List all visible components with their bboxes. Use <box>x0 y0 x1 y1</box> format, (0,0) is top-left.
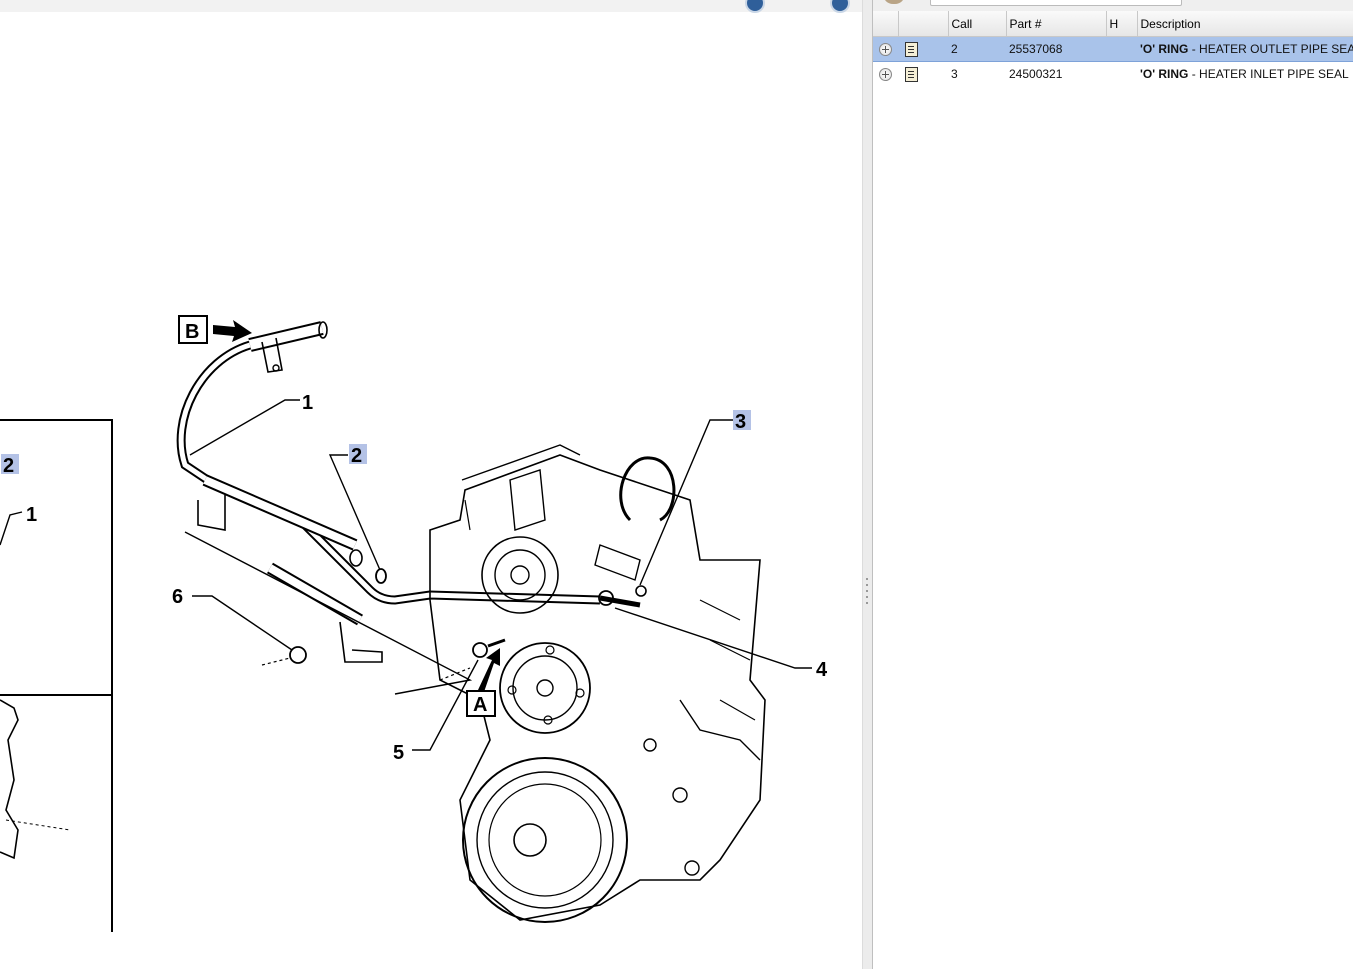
row-expand-cell[interactable] <box>873 62 898 87</box>
col-call-header[interactable]: Call <box>948 11 1007 37</box>
row-call: 2 <box>948 36 1006 62</box>
splitter-grip <box>866 578 868 580</box>
expand-row-icon[interactable] <box>879 43 892 57</box>
callout-2[interactable]: 2 <box>351 445 362 467</box>
expand-row-icon[interactable] <box>879 68 892 82</box>
row-description-name: 'O' RING <box>1140 67 1189 81</box>
table-row[interactable]: 2 25537068 'O' RING - HEATER OUTLET PIPE… <box>873 36 1353 62</box>
table-header-row: Call Part # H Description <box>873 11 1353 37</box>
callout-3[interactable]: 3 <box>735 411 746 433</box>
callout-6[interactable]: 6 <box>172 586 183 608</box>
callout-A[interactable]: A <box>473 694 487 716</box>
callout-B[interactable]: B <box>185 321 199 343</box>
pane-splitter[interactable] <box>862 0 873 969</box>
user-avatar-icon[interactable] <box>883 0 905 4</box>
callout-1[interactable]: 1 <box>302 392 313 414</box>
col-expand-header[interactable] <box>873 11 899 37</box>
inset-callout-1[interactable]: 1 <box>26 504 37 526</box>
row-part-number: 25537068 <box>1006 36 1106 62</box>
document-icon[interactable] <box>905 66 918 82</box>
row-description: 'O' RING - HEATER OUTLET PIPE SEAL <box>1137 36 1353 62</box>
row-h <box>1106 36 1137 62</box>
parts-list-pane: Call Part # H Description 2 25537068 'O'… <box>873 0 1353 969</box>
splitter-grip <box>866 590 868 592</box>
search-input[interactable] <box>930 0 1182 6</box>
inset-frame <box>0 419 113 932</box>
diagram-pane: B A 1 2 3 4 5 6 2 1 <box>0 0 862 969</box>
splitter-grip <box>866 602 868 604</box>
row-description-detail: - HEATER OUTLET PIPE SEAL <box>1188 42 1353 56</box>
row-part-number: 24500321 <box>1009 67 1063 81</box>
document-icon[interactable] <box>905 41 918 57</box>
row-call: 3 <box>951 67 958 81</box>
row-doc-cell[interactable] <box>898 36 948 62</box>
splitter-grip <box>866 596 868 598</box>
row-h <box>1106 62 1137 87</box>
parts-diagram[interactable]: B A 1 2 3 4 5 6 2 1 <box>0 0 862 969</box>
col-icon-header[interactable] <box>898 11 949 37</box>
row-description-name: 'O' RING <box>1140 42 1189 56</box>
row-description-detail: - HEATER INLET PIPE SEAL <box>1188 67 1349 81</box>
splitter-grip <box>866 584 868 586</box>
callout-5[interactable]: 5 <box>393 742 404 764</box>
row-expand-cell[interactable] <box>873 36 898 62</box>
inset-callout-2[interactable]: 2 <box>3 455 14 477</box>
col-description-header[interactable]: Description <box>1137 11 1353 37</box>
col-h-header[interactable]: H <box>1106 11 1138 37</box>
parts-table: Call Part # H Description 2 25537068 'O'… <box>873 11 1353 86</box>
row-description: 'O' RING - HEATER INLET PIPE SEAL <box>1137 62 1353 87</box>
row-doc-cell[interactable] <box>898 62 948 87</box>
table-row[interactable]: 3 24500321 'O' RING - HEATER INLET PIPE … <box>873 62 1353 87</box>
col-part-header[interactable]: Part # <box>1006 11 1107 37</box>
callout-4[interactable]: 4 <box>816 659 828 681</box>
